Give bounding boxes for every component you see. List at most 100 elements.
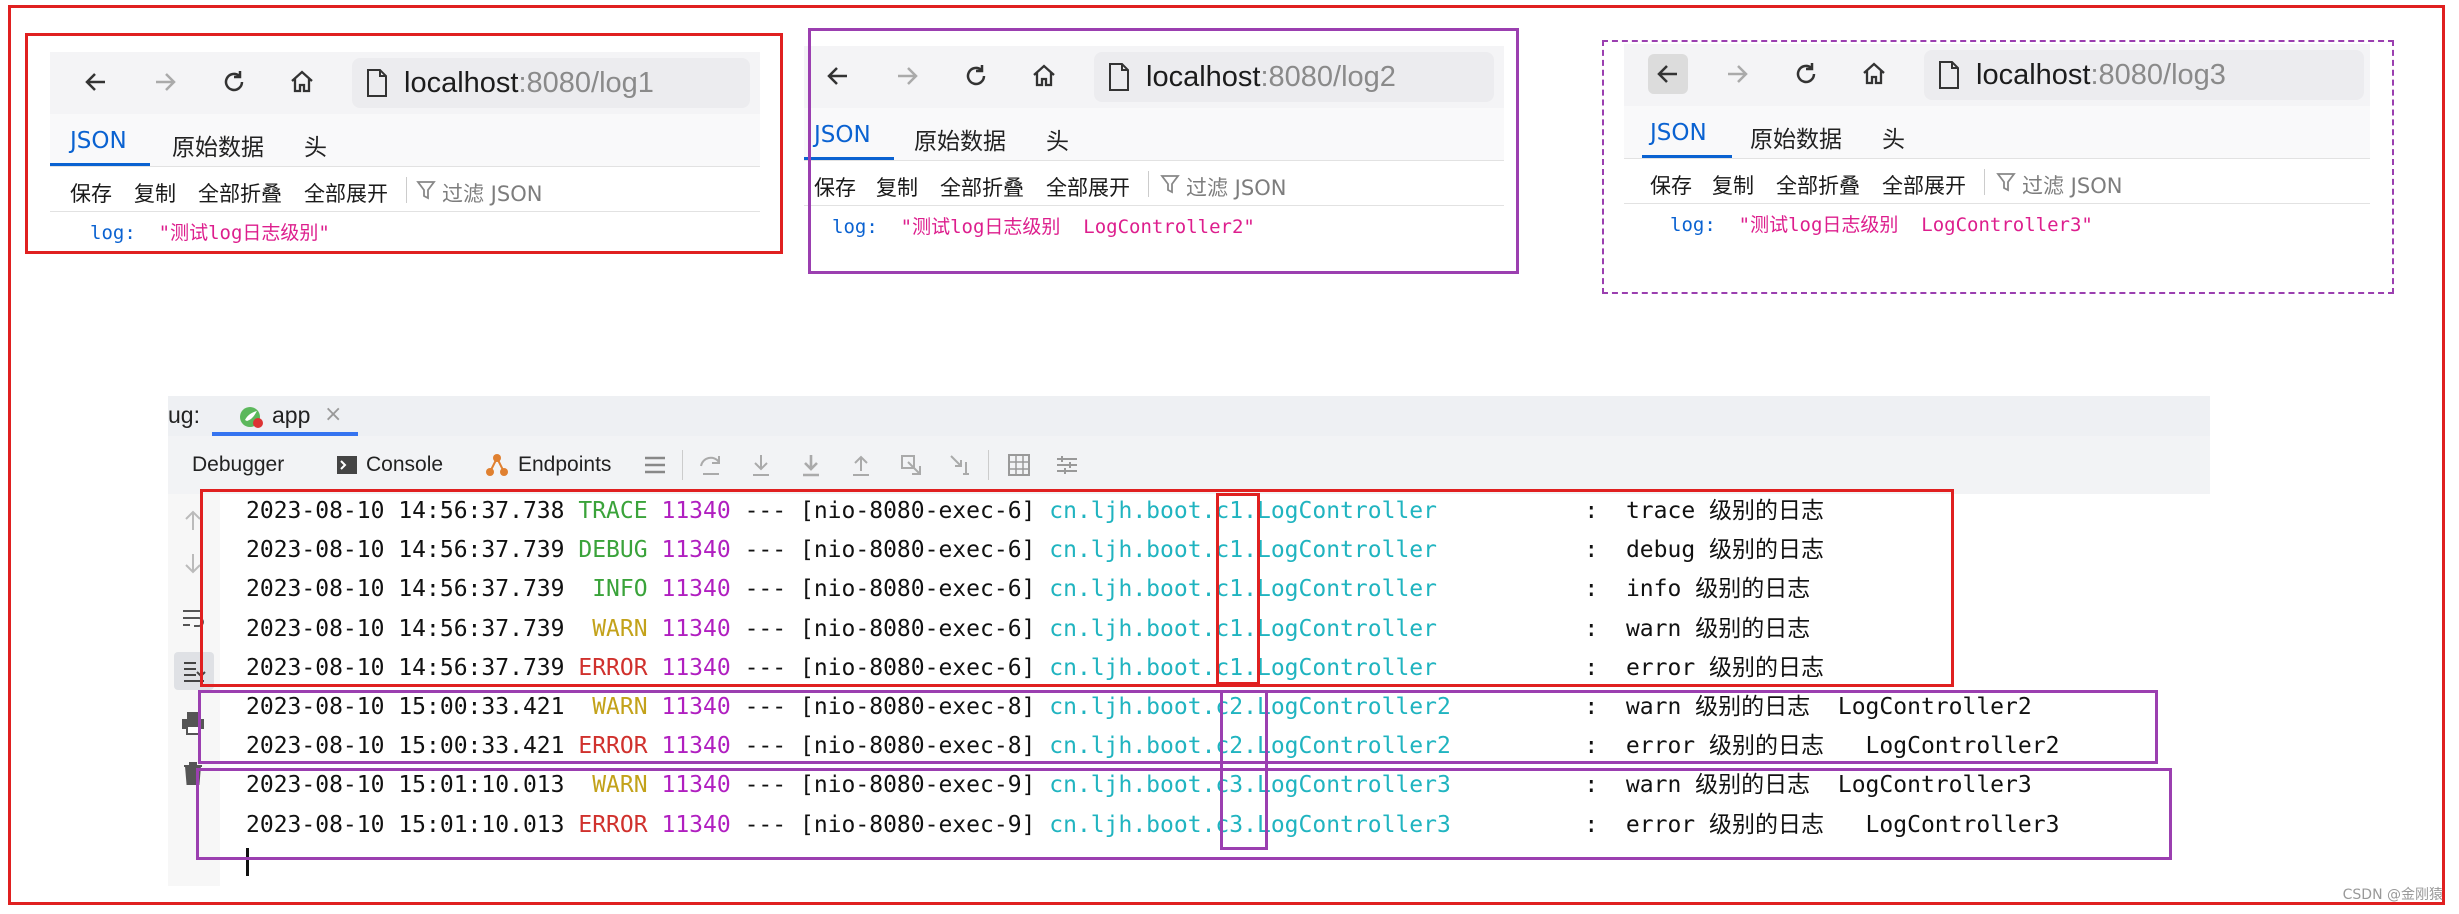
thread-name: [nio-8080-exec-9] (799, 772, 1036, 799)
arrow-up-icon[interactable] (180, 508, 206, 534)
tab-headers[interactable]: 头 (1882, 120, 1905, 154)
menu-icon[interactable] (642, 452, 668, 478)
close-icon[interactable]: × (324, 402, 342, 427)
home-icon[interactable] (282, 62, 322, 102)
log-message: warn 级别的日志 (1625, 694, 1811, 720)
json-key: log: (90, 222, 136, 244)
console-line: 2023-08-10 14:56:37.739 WARN 11340 --- [… (246, 610, 1838, 648)
console-line: 2023-08-10 15:00:33.421 WARN 11340 --- [… (246, 688, 2032, 726)
active-tab-indicator (1642, 155, 1732, 158)
address-bar[interactable]: localhost:8080/log2 (1094, 52, 1494, 102)
arrow-down-icon[interactable] (180, 550, 206, 576)
logger-class: .LogController3 (1243, 811, 1451, 838)
run-to-cursor-icon[interactable] (948, 452, 974, 478)
logger-subpackage: c2 (1215, 694, 1244, 720)
logger-class: .LogController2 (1243, 694, 1451, 720)
tab-headers[interactable]: 头 (304, 128, 327, 162)
browser-toolbar: localhost:8080/log1 (50, 52, 760, 114)
logger-subpackage: c3 (1215, 772, 1244, 799)
save-button[interactable]: 保存 (814, 172, 856, 202)
timestamp: 2023-08-10 14:56:37.739 (246, 615, 565, 642)
home-icon[interactable] (1024, 56, 1064, 96)
collapse-all-button[interactable]: 全部折叠 (198, 178, 282, 208)
scroll-to-end-button[interactable] (174, 652, 214, 690)
filter-json-input[interactable]: 过滤 JSON (2022, 170, 2122, 200)
timestamp: 2023-08-10 15:00:33.421 (246, 694, 565, 720)
logger-package: cn.ljh.boot. (1049, 576, 1216, 603)
log-suffix: LogController3 (1837, 772, 2032, 799)
tab-json[interactable]: JSON (814, 122, 871, 148)
colon-separator: : (1584, 615, 1599, 642)
filter-icon (1996, 171, 2016, 198)
reload-icon[interactable] (956, 56, 996, 96)
url-path: :8080/log2 (1260, 60, 1396, 93)
text-cursor (246, 848, 249, 876)
forward-icon[interactable] (1717, 54, 1757, 94)
evaluate-expression-icon[interactable] (1006, 452, 1032, 478)
filter-json-input[interactable]: 过滤 JSON (1186, 172, 1286, 202)
process-id: 11340 (661, 654, 731, 681)
settings-icon[interactable] (1054, 452, 1080, 478)
home-icon[interactable] (1854, 54, 1894, 94)
log-message: debug 级别的日志 (1625, 537, 1825, 564)
expand-all-button[interactable]: 全部展开 (304, 178, 388, 208)
copy-button[interactable]: 复制 (876, 172, 918, 202)
colon-separator: : (1584, 811, 1599, 838)
expand-all-button[interactable]: 全部展开 (1046, 172, 1130, 202)
copy-button[interactable]: 复制 (1712, 170, 1754, 200)
collapse-all-button[interactable]: 全部折叠 (1776, 170, 1860, 200)
address-bar[interactable]: localhost:8080/log1 (352, 58, 750, 108)
logger-class: .LogController3 (1243, 772, 1451, 799)
console-tab[interactable]: Console (336, 436, 443, 494)
logger-subpackage: c1 (1215, 537, 1244, 564)
process-id: 11340 (661, 576, 731, 603)
back-icon[interactable] (76, 62, 116, 102)
step-over-icon[interactable] (698, 452, 724, 478)
tab-raw-data[interactable]: 原始数据 (914, 122, 1006, 156)
app-tab[interactable]: app (272, 402, 310, 429)
address-bar[interactable]: localhost:8080/log3 (1924, 50, 2364, 100)
tab-json[interactable]: JSON (70, 128, 127, 154)
toolbar-divider (988, 450, 989, 480)
step-into-icon[interactable] (748, 452, 774, 478)
back-icon[interactable] (1648, 54, 1688, 94)
copy-button[interactable]: 复制 (134, 178, 176, 208)
forward-icon[interactable] (145, 62, 185, 102)
forward-icon[interactable] (887, 56, 927, 96)
save-button[interactable]: 保存 (70, 178, 112, 208)
trash-icon[interactable] (180, 760, 206, 786)
filter-json-input[interactable]: 过滤 JSON (442, 178, 542, 208)
print-icon[interactable] (180, 710, 206, 736)
collapse-all-button[interactable]: 全部折叠 (940, 172, 1024, 202)
back-icon[interactable] (818, 56, 858, 96)
thread-name: [nio-8080-exec-9] (799, 811, 1036, 838)
tab-headers[interactable]: 头 (1046, 122, 1069, 156)
step-out-icon[interactable] (848, 452, 874, 478)
json-toolbar: 保存 复制 全部折叠 全部展开 过滤 JSON (50, 167, 760, 212)
log-level: WARN (578, 694, 648, 720)
tab-json[interactable]: JSON (1650, 120, 1707, 146)
separator: --- (744, 694, 787, 720)
page-icon (1939, 61, 1959, 89)
logger-class: .LogController (1243, 537, 1437, 564)
debugger-tab[interactable]: Debugger (192, 436, 284, 494)
soft-wrap-icon[interactable] (180, 606, 206, 632)
process-id: 11340 (661, 615, 731, 642)
endpoints-tab[interactable]: Endpoints (484, 436, 611, 494)
tab-raw-data[interactable]: 原始数据 (172, 128, 264, 162)
force-step-into-icon[interactable] (798, 452, 824, 478)
log-level: ERROR (578, 811, 648, 838)
reload-icon[interactable] (214, 62, 254, 102)
drop-frame-icon[interactable] (898, 452, 924, 478)
thread-name: [nio-8080-exec-6] (799, 654, 1036, 681)
separator: --- (744, 733, 787, 760)
expand-all-button[interactable]: 全部展开 (1882, 170, 1966, 200)
reload-icon[interactable] (1786, 54, 1826, 94)
save-button[interactable]: 保存 (1650, 170, 1692, 200)
colon-separator: : (1584, 694, 1599, 720)
url-host: localhost (404, 66, 519, 99)
viewer-tabs: JSON 原始数据 头 (804, 108, 1504, 161)
log-level: DEBUG (578, 537, 648, 564)
log-message: warn 级别的日志 (1625, 772, 1811, 799)
tab-raw-data[interactable]: 原始数据 (1750, 120, 1842, 154)
